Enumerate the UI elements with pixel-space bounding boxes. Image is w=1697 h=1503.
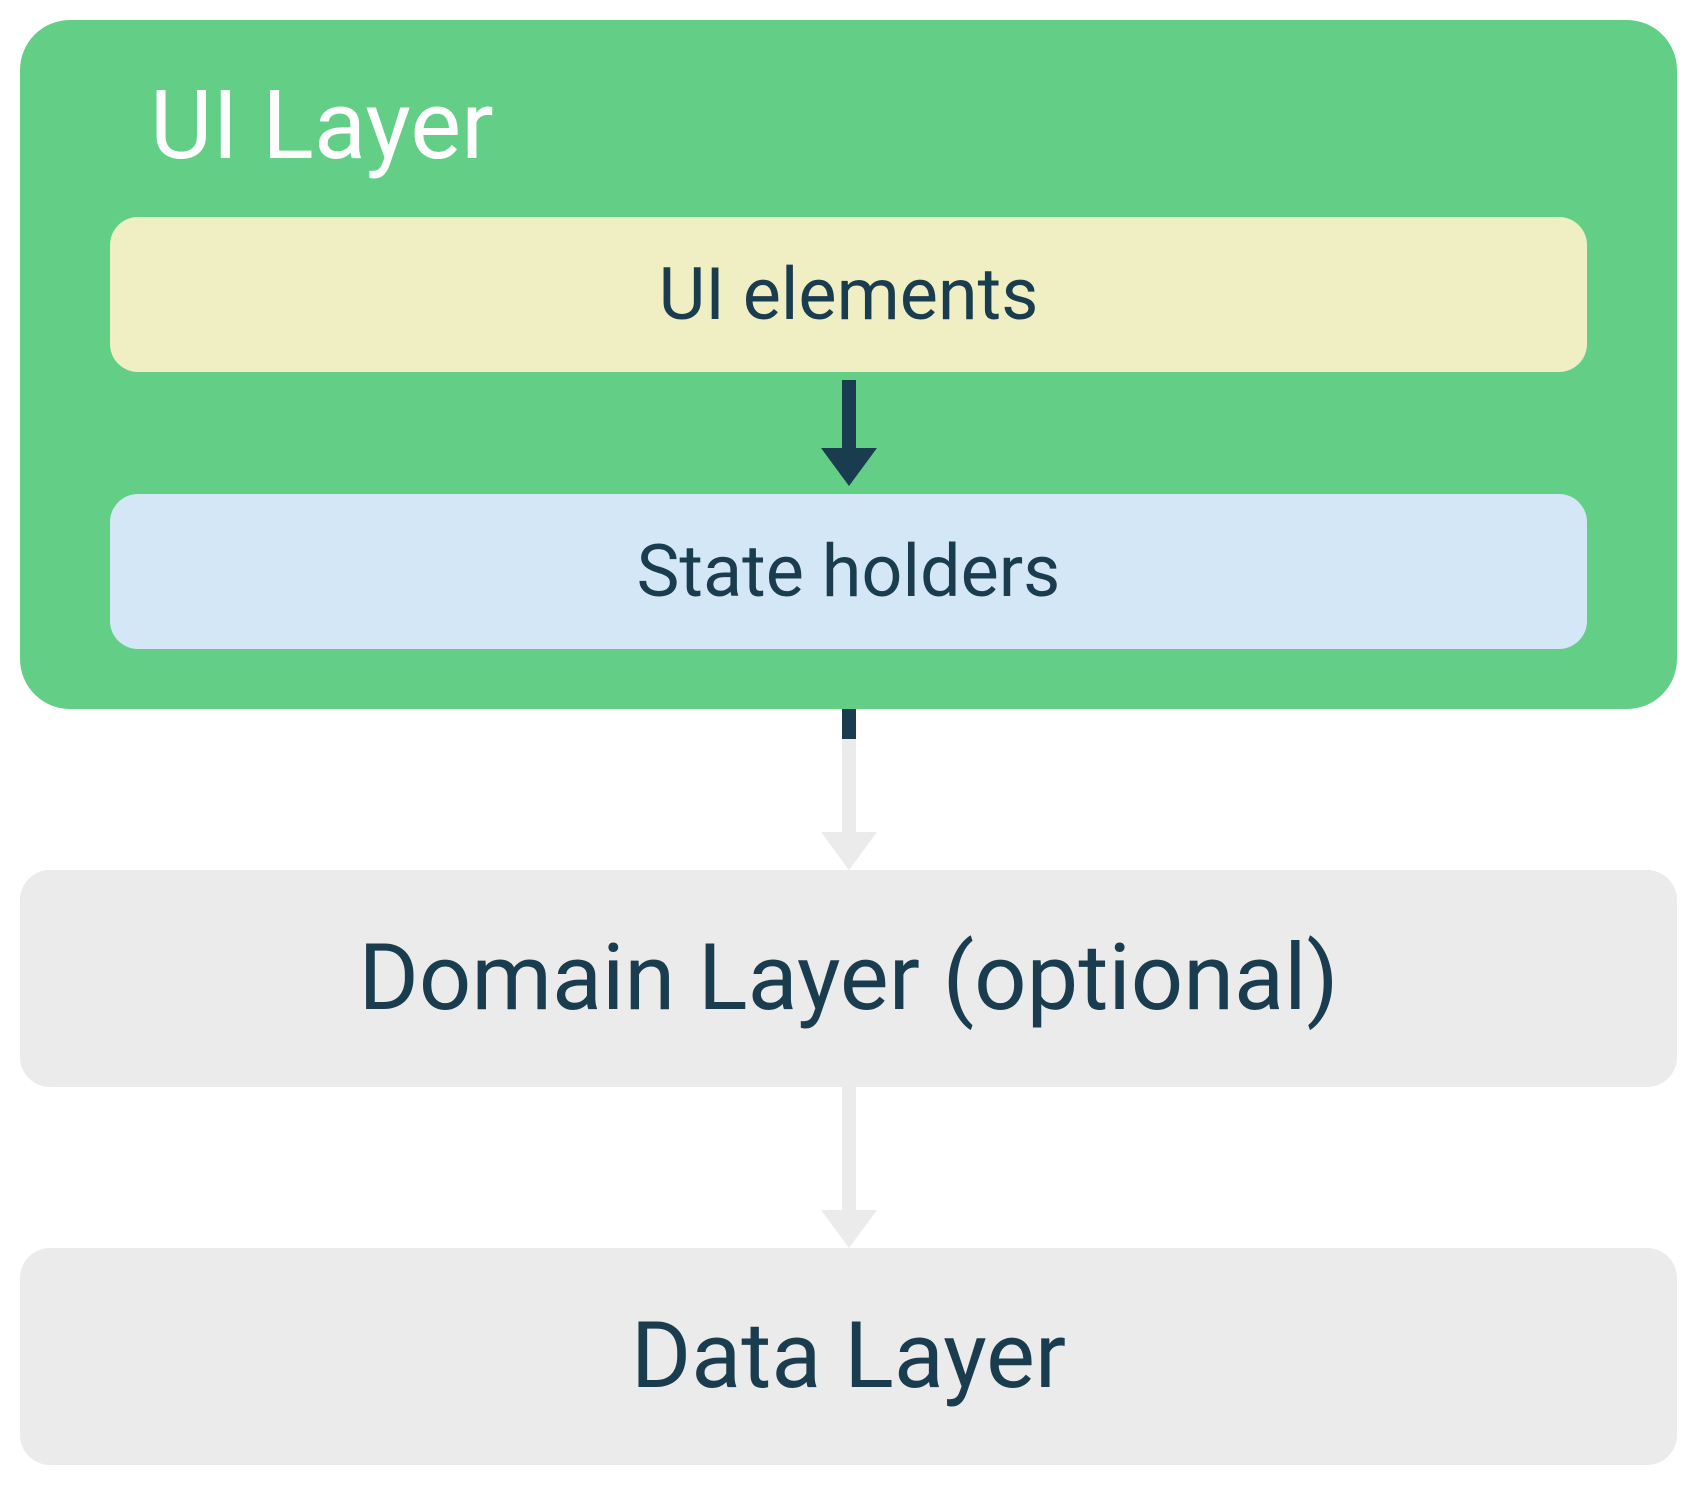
arrow-down-icon [821, 1087, 877, 1248]
ui-layer-title: UI Layer [150, 70, 494, 182]
arrow-down-icon [821, 380, 877, 486]
arrow-down-icon [821, 709, 877, 870]
ui-elements-box: UI elements [110, 217, 1587, 372]
architecture-diagram: UI Layer UI elements State holders Domai… [20, 20, 1677, 1465]
ui-layer-container: UI Layer UI elements State holders [20, 20, 1677, 709]
state-holders-box: State holders [110, 494, 1587, 649]
data-layer-box: Data Layer [20, 1248, 1677, 1465]
domain-layer-box: Domain Layer (optional) [20, 870, 1677, 1087]
